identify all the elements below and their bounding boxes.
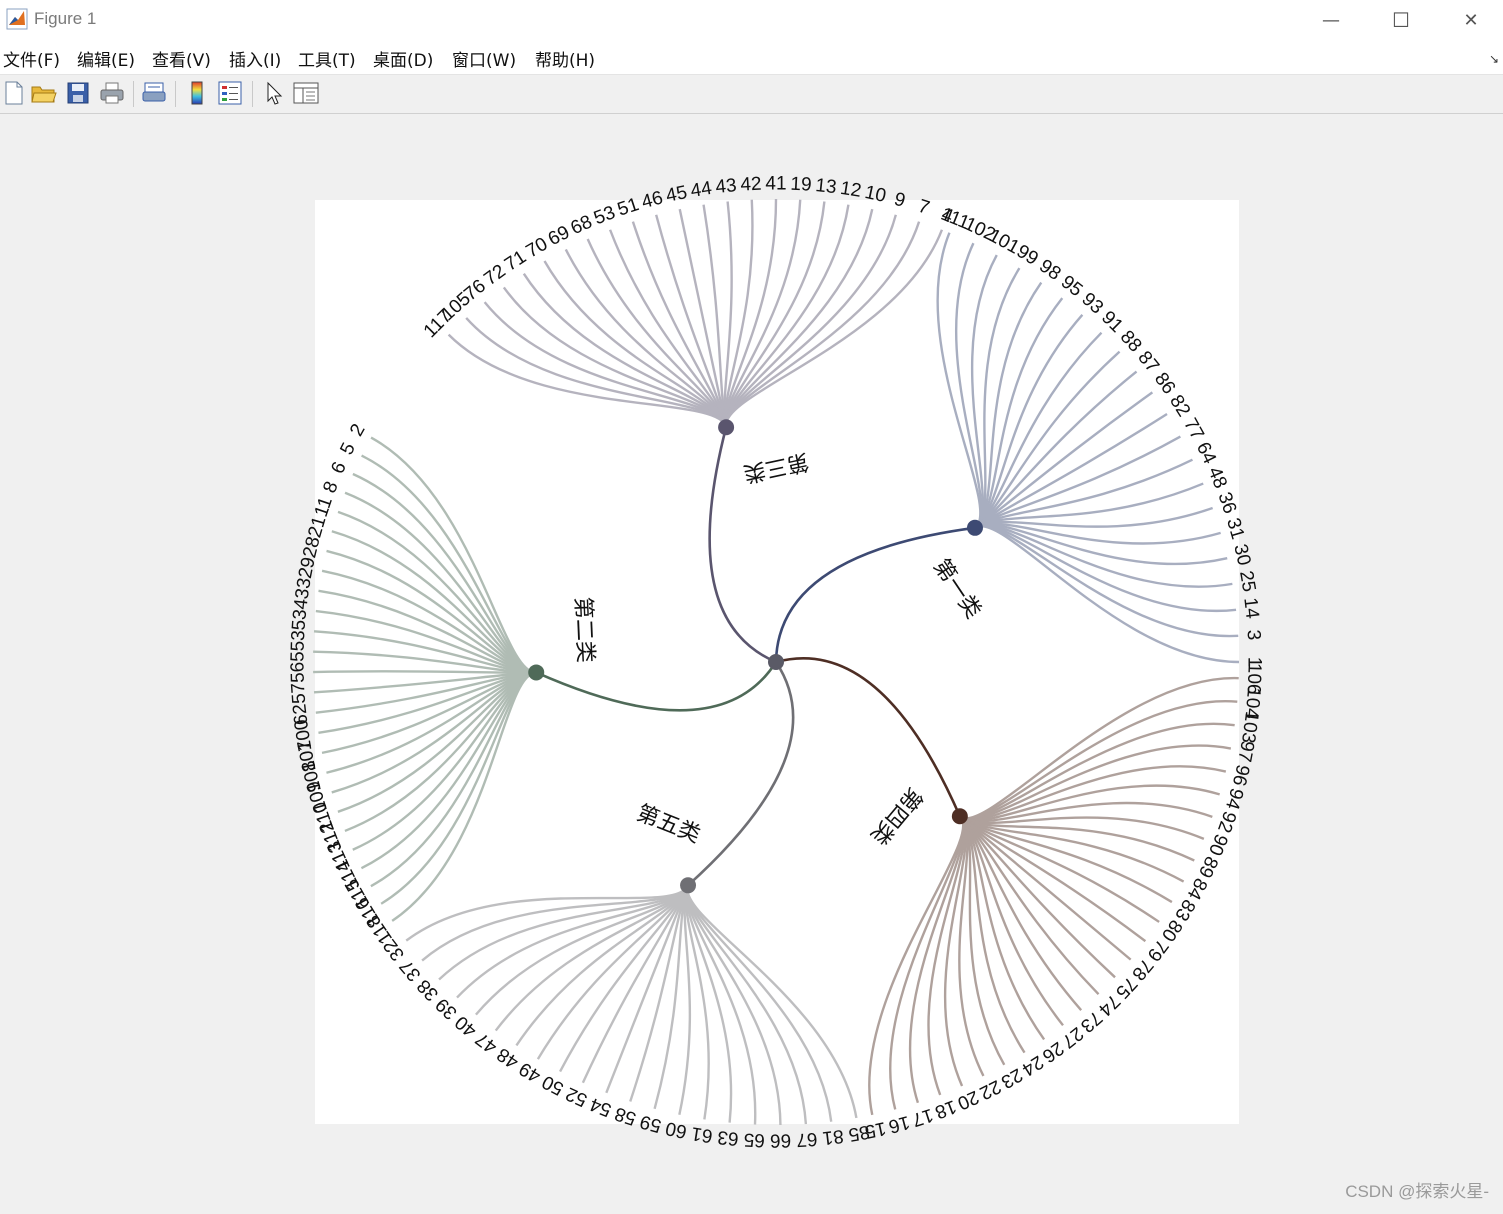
- maximize-button[interactable]: ☐: [1366, 0, 1436, 40]
- property-panel-icon[interactable]: [292, 79, 320, 107]
- leaf-label: 42: [740, 174, 762, 196]
- save-icon[interactable]: [64, 79, 92, 107]
- cluster-node: [951, 808, 968, 825]
- leaf-label: 57: [288, 682, 310, 704]
- toolbar-separator: [133, 81, 134, 107]
- toolbar-separator: [252, 81, 253, 107]
- menu-window[interactable]: 窗口(W): [452, 46, 516, 71]
- open-folder-icon[interactable]: [30, 79, 58, 107]
- toolbar: [0, 75, 1503, 114]
- leaf-label: 60: [664, 1117, 689, 1142]
- leaf-label: 44: [689, 178, 714, 202]
- leaf-label: 45: [664, 182, 689, 207]
- cluster-node: [966, 519, 983, 536]
- leaf-label: 13: [814, 175, 837, 198]
- menu-desktop[interactable]: 桌面(D): [373, 46, 433, 71]
- colorbar-icon[interactable]: [183, 79, 211, 107]
- leaf-link: [313, 670, 537, 674]
- minimize-button[interactable]: —: [1296, 0, 1366, 40]
- leaf-label: 41: [765, 174, 786, 195]
- leaf-label: 85: [847, 1121, 871, 1145]
- menu-tools[interactable]: 工具(T): [298, 46, 356, 71]
- leaf-label: 10: [863, 182, 888, 207]
- title-bar: Figure 1 — ☐ ✕: [0, 0, 1503, 40]
- leaf-label: 55: [287, 641, 308, 663]
- leaf-label: 56: [287, 662, 308, 684]
- menu-help[interactable]: 帮助(H): [535, 46, 595, 71]
- leaf-label: 97: [1233, 739, 1258, 764]
- menu-bar: 文件(F) 编辑(E) 查看(V) 插入(I) 工具(T) 桌面(D) 窗口(W…: [0, 40, 1503, 75]
- leaf-label: 66: [770, 1129, 791, 1150]
- radial-dendrogram-chart: 1111021019998959391888786827764483631302…: [287, 174, 1264, 1151]
- leaf-label: 3: [1242, 629, 1264, 641]
- leaf-label: 81: [821, 1125, 844, 1148]
- leaf-label: 14: [1239, 596, 1262, 620]
- leaf-label: 43: [714, 175, 737, 198]
- cluster-node: [718, 419, 735, 436]
- cluster-node: [680, 877, 697, 894]
- leaf-label: 61: [690, 1122, 714, 1146]
- leaf-label: 19: [790, 174, 812, 196]
- matlab-logo-icon: [6, 8, 28, 30]
- print-preview-icon[interactable]: [140, 79, 168, 107]
- pointer-icon[interactable]: [260, 79, 288, 107]
- leaf-label: 12: [839, 178, 863, 202]
- menu-insert[interactable]: 插入(I): [229, 46, 281, 71]
- leaf-label: 67: [796, 1128, 818, 1150]
- leaf-label: 65: [743, 1129, 765, 1151]
- dock-arrow-icon[interactable]: ↘: [1489, 52, 1499, 66]
- leaf-label: 62: [289, 703, 312, 726]
- legend-icon[interactable]: [216, 79, 244, 107]
- root-node: [768, 654, 784, 670]
- cluster-node: [528, 664, 545, 681]
- close-button[interactable]: ✕: [1436, 0, 1503, 40]
- figure-canvas: 111 102 101 99 98 95 93 91 88 87 86 82 77 64 48 36 31 30 2…: [0, 114, 1503, 1210]
- window-title: Figure 1: [34, 9, 97, 28]
- cluster-label: 第二类: [570, 596, 598, 663]
- leaf-label: 25: [1235, 569, 1259, 593]
- menu-file[interactable]: 文件(F): [3, 46, 60, 71]
- menu-view[interactable]: 查看(V): [152, 46, 211, 71]
- toolbar-separator: [175, 81, 176, 107]
- csdn-watermark: CSDN @探索火星-: [1345, 1182, 1489, 1201]
- leaf-label: 63: [717, 1126, 740, 1149]
- menu-edit[interactable]: 编辑(E): [77, 46, 135, 71]
- new-file-icon[interactable]: [0, 79, 28, 107]
- print-icon[interactable]: [98, 79, 126, 107]
- leaf-label: 35: [288, 619, 310, 641]
